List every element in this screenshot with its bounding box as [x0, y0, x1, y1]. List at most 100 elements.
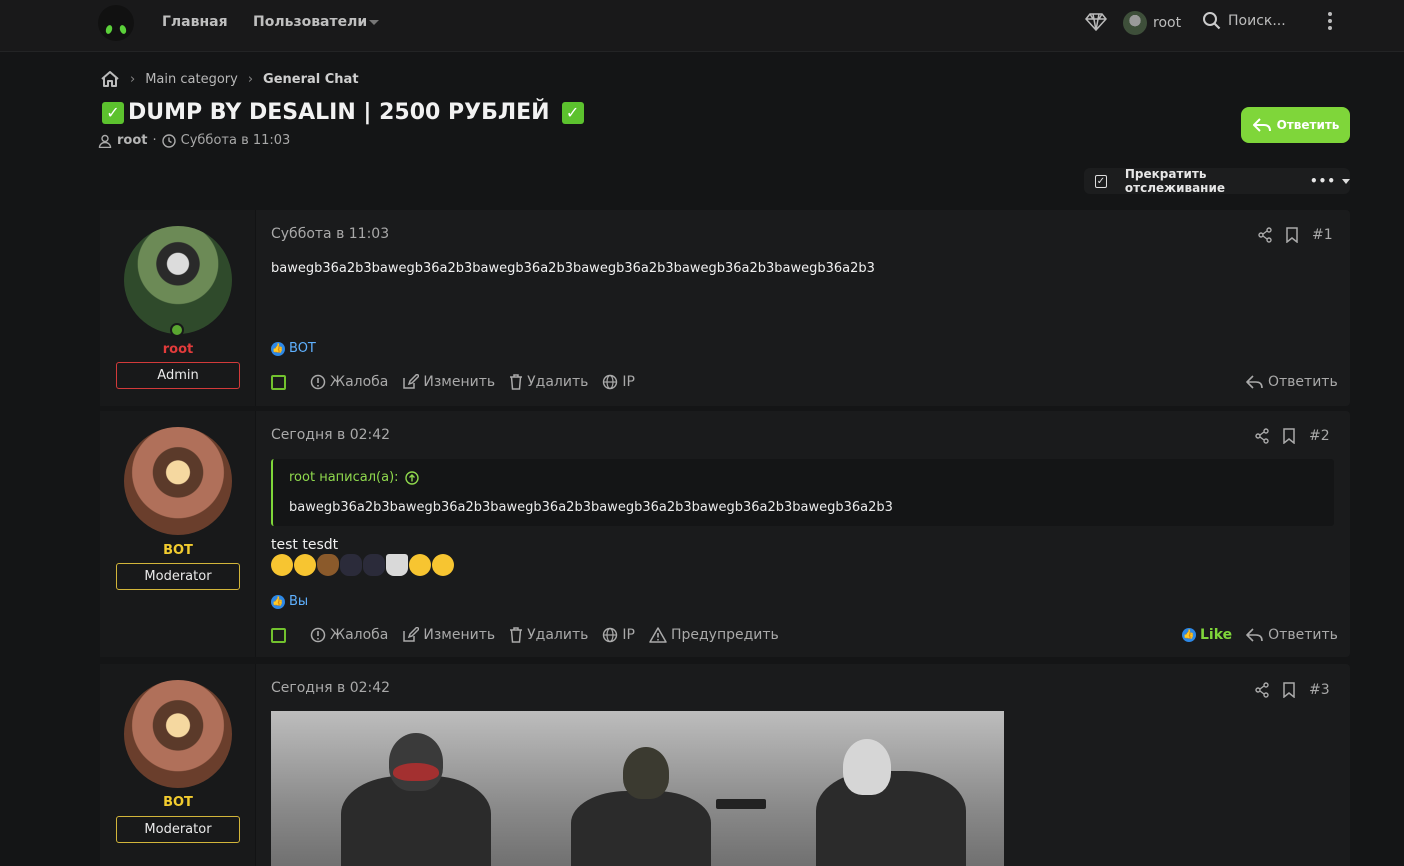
reply-button[interactable]: Ответить	[1241, 107, 1350, 143]
home-icon[interactable]	[100, 70, 120, 88]
chevron-down-icon	[1342, 178, 1350, 184]
delete-label: Удалить	[527, 374, 589, 390]
post-actions-right: 👍 Like Ответить	[1182, 627, 1338, 643]
quote-author-link[interactable]: root написал(а):	[289, 470, 419, 485]
bookmark-icon[interactable]	[1283, 682, 1295, 698]
report-label: Жалоба	[330, 627, 389, 643]
page-title: ✓ DUMP BY DESALIN | 2500 РУБЛЕЙ ✓	[102, 100, 584, 125]
poop-emoji	[317, 554, 339, 576]
breadcrumb-general-chat[interactable]: General Chat	[263, 72, 359, 87]
ip-button[interactable]: IP	[602, 627, 635, 643]
report-button[interactable]: Жалоба	[310, 374, 388, 390]
reactions-summary[interactable]: 👍 BOT	[271, 341, 316, 356]
delete-button[interactable]: Удалить	[509, 374, 588, 390]
thread-tools-menu[interactable]: •••	[1310, 174, 1350, 188]
user-role-badge: Admin	[116, 362, 240, 389]
report-icon	[310, 374, 326, 390]
image-figure	[716, 799, 766, 809]
unwatch-checkbox[interactable]: ✓	[1095, 174, 1107, 188]
search-label: Поиск...	[1228, 13, 1286, 29]
reply-icon	[1246, 628, 1263, 642]
edit-icon	[403, 374, 420, 389]
quote-body: bawegb36a2b3bawegb36a2b3bawegb36a2b3bawe…	[289, 500, 893, 515]
post-reply-button[interactable]: Ответить	[1246, 374, 1338, 390]
check-mark-icon: ✓	[102, 101, 124, 124]
ip-label: IP	[622, 627, 635, 643]
post-attachment-image[interactable]	[271, 711, 1004, 866]
select-post-checkbox[interactable]	[271, 627, 286, 643]
avatar[interactable]	[124, 680, 232, 788]
warn-button[interactable]: Предупредить	[649, 627, 779, 643]
nav-home-link[interactable]: Главная	[162, 14, 228, 30]
top-navigation: Главная Пользователи root Поиск...	[0, 0, 1404, 52]
post-username[interactable]: root	[100, 342, 256, 357]
search-button[interactable]: Поиск...	[1202, 11, 1286, 31]
edit-label: Изменить	[423, 374, 496, 390]
share-icon[interactable]	[1255, 428, 1269, 444]
share-icon[interactable]	[1258, 227, 1272, 243]
edit-icon	[403, 627, 420, 642]
share-icon[interactable]	[1255, 682, 1269, 698]
warn-label: Предупредить	[670, 627, 779, 643]
unwatch-button[interactable]: Прекратить отслеживание	[1125, 167, 1292, 195]
reply-button-label: Ответить	[1276, 118, 1340, 132]
online-status-icon	[170, 323, 184, 337]
account-menu[interactable]: root	[1123, 11, 1181, 35]
post-reply-button[interactable]: Ответить	[1246, 627, 1338, 643]
ip-button[interactable]: IP	[602, 374, 635, 390]
edit-label: Изменить	[423, 627, 496, 643]
avatar	[1123, 11, 1147, 35]
user-role-badge: Moderator	[116, 563, 240, 590]
post-user-panel: BOT Moderator	[100, 411, 256, 657]
emoji-row	[271, 554, 454, 576]
avatar[interactable]	[124, 427, 232, 535]
kiss-emoji	[409, 554, 431, 576]
image-figure	[393, 763, 439, 781]
user-role-badge: Moderator	[116, 816, 240, 843]
post-date[interactable]: Сегодня в 02:42	[271, 427, 390, 443]
report-icon	[310, 627, 326, 643]
like-button[interactable]: 👍 Like	[1182, 627, 1232, 643]
post-date[interactable]: Сегодня в 02:42	[271, 680, 390, 696]
bookmark-icon[interactable]	[1286, 227, 1298, 243]
watch-toolbar: ✓ Прекратить отслеживание •••	[1084, 167, 1350, 195]
image-figure	[389, 733, 443, 791]
delete-button[interactable]: Удалить	[509, 627, 588, 643]
reaction-users: BOT	[289, 341, 316, 356]
breadcrumb-main-category[interactable]: Main category	[145, 72, 238, 87]
post-username[interactable]: BOT	[100, 543, 256, 558]
avatar[interactable]	[124, 226, 232, 334]
image-figure	[571, 791, 711, 866]
edit-button[interactable]: Изменить	[402, 627, 495, 643]
post: BOT Moderator Сегодня в 02:42 #2 root на…	[100, 411, 1350, 657]
site-logo[interactable]	[98, 5, 134, 41]
post-actions-right: Ответить	[1246, 374, 1338, 390]
reply-icon	[1252, 118, 1271, 132]
like-label: Like	[1200, 627, 1233, 643]
like-icon: 👍	[1182, 628, 1196, 642]
edit-button[interactable]: Изменить	[402, 374, 495, 390]
upgrade-diamond-icon[interactable]	[1085, 12, 1107, 32]
bookmark-icon[interactable]	[1283, 428, 1295, 444]
post-date[interactable]: Суббота в 11:03	[271, 226, 389, 242]
trash-icon	[510, 374, 523, 390]
thread-title-text: DUMP BY DESALIN | 2500 РУБЛЕЙ	[128, 100, 550, 125]
post-username[interactable]: BOT	[100, 795, 256, 810]
nav-users-link[interactable]: Пользователи	[253, 14, 367, 30]
select-post-checkbox[interactable]	[271, 374, 286, 390]
thread-author[interactable]: root	[117, 133, 148, 148]
reactions-summary[interactable]: 👍 Вы	[271, 594, 308, 609]
warning-icon	[649, 627, 667, 643]
post-user-panel: BOT Moderator	[100, 664, 256, 866]
post-number[interactable]: #3	[1309, 682, 1330, 698]
more-menu-icon[interactable]	[1328, 12, 1332, 30]
thread-date[interactable]: Суббота в 11:03	[181, 133, 291, 148]
post-number[interactable]: #2	[1309, 428, 1330, 444]
chevron-right-icon: ›	[130, 71, 136, 87]
globe-icon	[603, 374, 618, 390]
report-button[interactable]: Жалоба	[310, 627, 388, 643]
user-icon	[98, 134, 112, 148]
post-body: test tesdt	[271, 537, 339, 553]
post-number[interactable]: #1	[1312, 227, 1333, 243]
chevron-down-icon[interactable]	[369, 20, 379, 25]
